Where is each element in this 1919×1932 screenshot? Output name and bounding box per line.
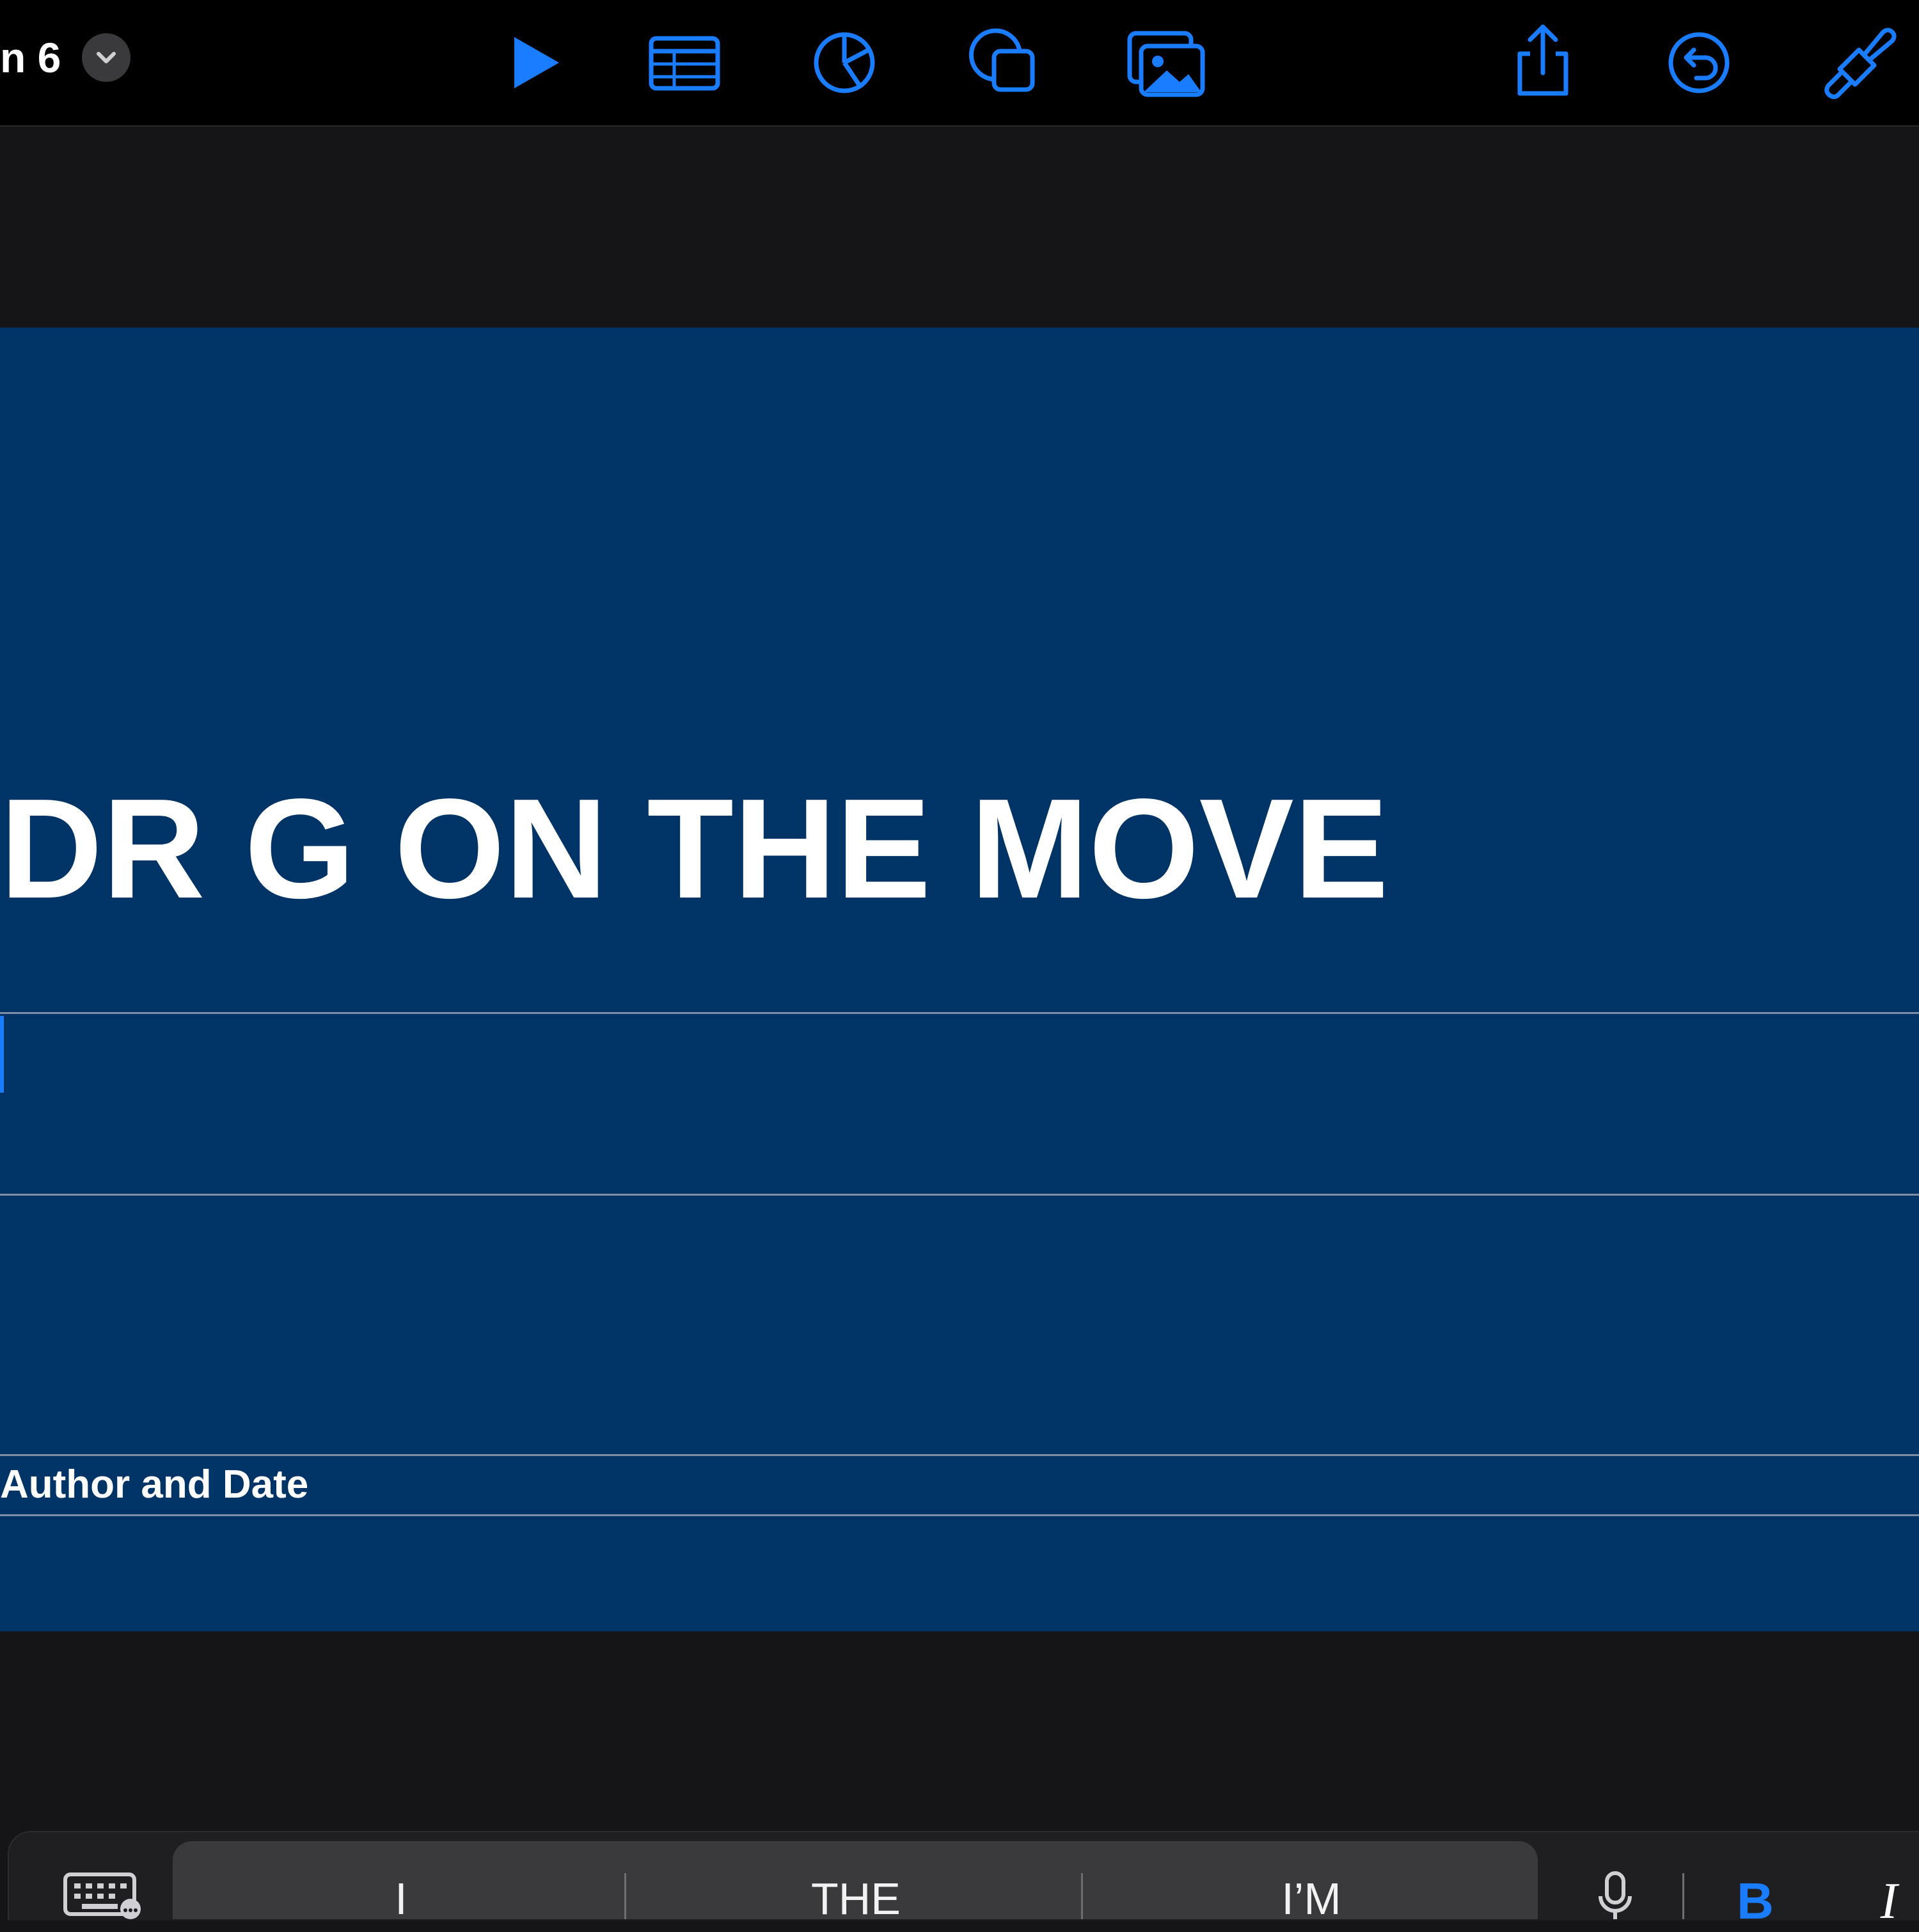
toolbar-divider (1682, 1873, 1684, 1919)
text-cursor (0, 1016, 4, 1093)
slide-canvas[interactable]: DR G ON THE MOVE Author and Date (0, 328, 1919, 1631)
subtitle-box-top-border (0, 1012, 1919, 1014)
slide-title[interactable]: DR G ON THE MOVE (0, 763, 1389, 935)
keyboard-icon[interactable] (61, 1869, 148, 1919)
canvas-background (0, 127, 1919, 328)
suggestion-divider (624, 1873, 626, 1919)
document-title[interactable]: n 6 (0, 31, 61, 84)
chevron-down-icon[interactable] (82, 33, 130, 82)
share-icon[interactable] (1498, 18, 1588, 107)
format-brush-icon[interactable] (1814, 18, 1904, 107)
chart-icon[interactable] (800, 18, 889, 107)
author-date-text[interactable]: Author and Date (0, 1456, 308, 1514)
suggestion-2[interactable]: THE (754, 1868, 958, 1924)
italic-button[interactable]: I (1867, 1871, 1911, 1929)
media-icon[interactable] (1121, 18, 1210, 107)
microphone-icon[interactable] (1593, 1869, 1638, 1919)
undo-icon[interactable] (1654, 18, 1744, 107)
suggestion-divider (1081, 1873, 1083, 1919)
table-icon[interactable] (640, 18, 729, 107)
suggestion-1[interactable]: I (353, 1868, 449, 1924)
play-icon[interactable] (489, 18, 578, 107)
shapes-icon[interactable] (957, 18, 1046, 107)
top-toolbar: n 6 (0, 0, 1919, 127)
bold-button[interactable]: B (1730, 1871, 1781, 1929)
subtitle-text-box[interactable] (0, 1015, 1919, 1196)
author-box-bottom-border (0, 1514, 1919, 1516)
suggestion-3[interactable]: I’M (1215, 1868, 1407, 1924)
subtitle-box-bottom-border (0, 1194, 1919, 1196)
